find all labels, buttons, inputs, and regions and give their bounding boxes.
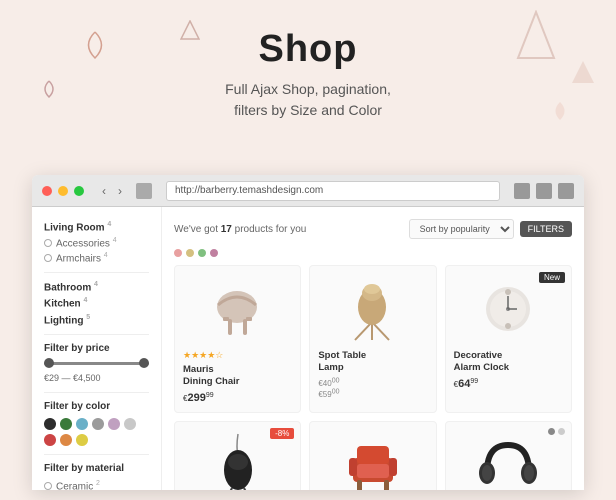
pagination-dot-3[interactable] (198, 249, 206, 257)
sidebar-bathroom[interactable]: Bathroom 4 (44, 281, 149, 293)
product-card-fusce-armchair[interactable]: Fusce PortaArmchair €3,35000 (309, 421, 436, 490)
product-image-mauris-chair (183, 274, 292, 344)
product-price-chair: €29999 (183, 392, 292, 404)
browser-bookmark-btn[interactable] (558, 183, 574, 199)
armchair-illustration (343, 436, 403, 490)
product-image-blown-lamp (183, 430, 292, 490)
product-card-headphones[interactable]: LiberoHeadphones €49900 (445, 421, 572, 490)
radio-armchairs[interactable] (44, 254, 52, 262)
shop-sidebar: Living Room 4 Accessories 4 Armchairs 4 … (32, 207, 162, 490)
price-slider-track[interactable] (44, 362, 149, 365)
browser-url-text: http://barberry.temashdesign.com (175, 185, 323, 196)
color-swatch-yellow[interactable] (76, 434, 88, 446)
pagination-dot-1[interactable] (174, 249, 182, 257)
browser-maximize-btn[interactable] (74, 186, 84, 196)
browser-chrome: ‹ › http://barberry.temashdesign.com (32, 175, 584, 207)
material-filter-label: Filter by material (44, 463, 149, 474)
browser-forward-btn[interactable]: › (114, 182, 126, 200)
browser-nav: ‹ › (98, 182, 126, 200)
product-image-headphones (454, 430, 563, 490)
radio-ceramic[interactable] (44, 482, 52, 490)
product-image-armchair (318, 430, 427, 490)
color-swatch-blue[interactable] (76, 418, 88, 430)
radio-accessories[interactable] (44, 239, 52, 247)
sidebar-living-room: Living Room 4 (44, 221, 149, 233)
color-swatch-green[interactable] (60, 418, 72, 430)
product-dots-headphones (548, 428, 565, 435)
page-header: Shop Full Ajax Shop, pagination,filters … (0, 0, 616, 121)
sidebar-divider-1 (44, 272, 149, 273)
dot-dark (548, 428, 555, 435)
browser-window: ‹ › http://barberry.temashdesign.com Liv… (32, 175, 584, 490)
color-swatch-gray[interactable] (92, 418, 104, 430)
color-swatches (44, 418, 149, 446)
pagination-dot-2[interactable] (186, 249, 194, 257)
pagination-dots (174, 249, 572, 257)
chair-illustration (210, 279, 265, 339)
color-swatch-black[interactable] (44, 418, 56, 430)
color-filter-label: Filter by color (44, 401, 149, 412)
product-name-lamp: Spot TableLamp (318, 350, 427, 375)
color-swatch-orange[interactable] (60, 434, 72, 446)
sidebar-item-armchairs[interactable]: Armchairs 4 (44, 252, 149, 264)
color-swatch-silver[interactable] (124, 418, 136, 430)
product-badge-sale: -8% (270, 428, 294, 439)
sidebar-divider-3 (44, 392, 149, 393)
filters-button[interactable]: FILTERS (520, 221, 572, 237)
browser-minimize-btn[interactable] (58, 186, 68, 196)
product-name-clock: DecorativeAlarm Clock (454, 350, 563, 375)
material-ceramic[interactable]: Ceramic 2 (44, 480, 149, 490)
sort-select[interactable]: Sort by popularity Sort by price Sort by… (409, 219, 514, 239)
main-area: We've got 17 products for you Sort by po… (162, 207, 584, 490)
browser-right-controls (514, 183, 574, 199)
page-subtitle: Full Ajax Shop, pagination,filters by Si… (0, 79, 616, 121)
sidebar-lighting[interactable]: Lighting 5 (44, 314, 149, 326)
product-card-mauris-chair[interactable]: ★★★★☆ MaurisDining Chair €29999 (174, 265, 301, 413)
browser-back-btn[interactable]: ‹ (98, 182, 110, 200)
product-name-chair: MaurisDining Chair (183, 364, 292, 389)
price-slider-thumb-left[interactable] (44, 358, 54, 368)
sidebar-divider-2 (44, 334, 149, 335)
price-filter-label: Filter by price (44, 343, 149, 354)
price-slider-thumb-right[interactable] (139, 358, 149, 368)
shop-content: Living Room 4 Accessories 4 Armchairs 4 … (32, 207, 584, 490)
main-header: We've got 17 products for you Sort by po… (174, 219, 572, 239)
sidebar-kitchen[interactable]: Kitchen 4 (44, 297, 149, 309)
product-card-decorative-clock[interactable]: New DecorativeAlarm Clock (445, 265, 572, 413)
products-count: We've got 17 products for you (174, 224, 306, 235)
browser-grid-btn[interactable] (136, 183, 152, 199)
lamp-illustration (345, 277, 400, 342)
clock-illustration (481, 282, 536, 337)
product-stars-chair: ★★★★☆ (183, 350, 292, 361)
product-image-clock (454, 274, 563, 344)
browser-close-btn[interactable] (42, 186, 52, 196)
pagination-dot-4[interactable] (210, 249, 218, 257)
color-swatch-red[interactable] (44, 434, 56, 446)
price-range-slider[interactable]: €29 — €4,500 (44, 362, 149, 384)
product-card-spot-lamp[interactable]: Spot TableLamp €4000 €5900 (309, 265, 436, 413)
price-range-text: €29 — €4,500 (44, 373, 101, 383)
headphones-illustration (479, 437, 537, 490)
sidebar-divider-4 (44, 454, 149, 455)
browser-url-bar[interactable]: http://barberry.temashdesign.com (166, 181, 500, 201)
blown-lamp-illustration (218, 432, 258, 490)
product-image-spot-lamp (318, 274, 427, 344)
browser-refresh-btn[interactable] (514, 183, 530, 199)
browser-share-btn[interactable] (536, 183, 552, 199)
product-card-blown-lamp[interactable]: -8% CommodoBlown Lamp (174, 421, 301, 490)
product-grid: ★★★★☆ MaurisDining Chair €29999 (174, 265, 572, 490)
product-price-lamp: €4000 €5900 (318, 378, 427, 399)
sidebar-item-accessories[interactable]: Accessories 4 (44, 237, 149, 249)
price-slider-fill (44, 362, 149, 365)
sort-filter-area: Sort by popularity Sort by price Sort by… (409, 219, 572, 239)
page-title: Shop (0, 28, 616, 71)
color-swatch-purple[interactable] (108, 418, 120, 430)
product-badge-new: New (539, 272, 565, 283)
product-price-clock: €6499 (454, 378, 563, 390)
dot-light (558, 428, 565, 435)
